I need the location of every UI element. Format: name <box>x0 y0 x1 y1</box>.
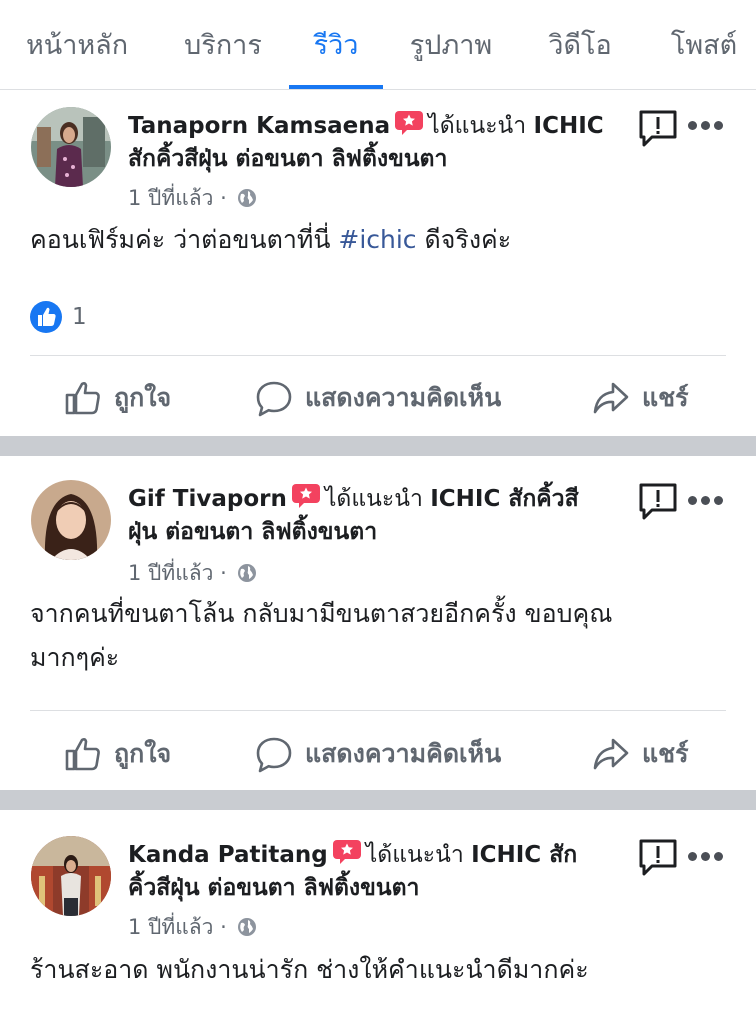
review-text: ร้านสะอาด พนักงานน่ารัก ช่างให้คำแนะนำดี… <box>30 948 730 992</box>
tab-videos[interactable]: วิดีโอ <box>545 0 615 90</box>
divider <box>30 710 726 711</box>
divider <box>30 355 726 356</box>
review-post: Tanaporn Kamsaena ได้แนะนำ ICHIC สักคิ้วสี… <box>0 91 756 436</box>
share-label: แชร์ <box>642 383 689 412</box>
share-button[interactable]: แชร์ <box>592 732 702 776</box>
post-separator <box>0 436 756 456</box>
comment-button[interactable]: แสดงความคิดเห็น <box>255 732 525 776</box>
author-name[interactable]: Kanda Patitang <box>128 842 328 868</box>
tab-posts[interactable]: โพสต์ <box>664 0 744 90</box>
report-icon[interactable] <box>638 482 678 522</box>
report-icon[interactable] <box>638 838 678 878</box>
post-header: Tanaporn Kamsaena ได้แนะนำ ICHIC สักคิ้วสี… <box>128 110 628 176</box>
avatar[interactable] <box>31 480 111 560</box>
like-label: ถูกใจ <box>114 383 172 412</box>
meta-dot: · <box>220 186 227 210</box>
page-name-cont[interactable]: คิ้วสีฝุ่น ต่อขนตา ลิฟติ้งขนตา <box>128 875 419 901</box>
tab-reviews[interactable]: รีวิว <box>289 0 383 90</box>
avatar[interactable] <box>31 836 111 916</box>
like-button[interactable]: ถูกใจ <box>64 376 194 420</box>
comment-label: แสดงความคิดเห็น <box>305 739 502 768</box>
comment-label: แสดงความคิดเห็น <box>305 383 502 412</box>
tab-services[interactable]: บริการ <box>180 0 266 90</box>
reaction-count: 1 <box>72 304 87 330</box>
like-label: ถูกใจ <box>114 739 172 768</box>
like-button[interactable]: ถูกใจ <box>64 732 194 776</box>
review-text: จากคนที่ขนตาโล้น กลับมามีขนตาสวยอีกครั้ง… <box>30 592 730 680</box>
post-meta: 1 ปีที่แล้ว · <box>128 557 257 590</box>
review-post: Gif Tivaporn ได้แนะนำ ICHIC สักคิ้วสีฝุ่น… <box>0 456 756 790</box>
post-meta: 1 ปีที่แล้ว · <box>128 911 257 944</box>
report-icon[interactable] <box>638 109 678 149</box>
post-time[interactable]: 1 ปีที่แล้ว <box>128 915 213 939</box>
recommend-badge-icon <box>291 483 321 509</box>
active-tab-indicator <box>289 85 383 89</box>
globe-icon <box>237 917 257 937</box>
hashtag-link[interactable]: #ichic <box>338 225 416 254</box>
avatar[interactable] <box>31 107 111 187</box>
review-text-part: คอนเฟิร์มค่ะ ว่าต่อขนตาที่นี่ <box>30 225 339 254</box>
page-name[interactable]: ICHIC <box>534 113 604 139</box>
post-header: Gif Tivaporn ได้แนะนำ ICHIC สักคิ้วสีฝุ่น… <box>128 483 628 549</box>
more-options-icon[interactable] <box>688 852 724 864</box>
post-header: Kanda Patitang ได้แนะนำ ICHIC สักคิ้วสีฝุ… <box>128 839 628 905</box>
page-name-cont[interactable]: ฝุ่น ต่อขนตา ลิฟติ้งขนตา <box>128 519 377 545</box>
post-separator <box>0 790 756 810</box>
share-button[interactable]: แชร์ <box>592 376 702 420</box>
globe-icon <box>237 188 257 208</box>
meta-dot: · <box>220 561 227 585</box>
tab-home[interactable]: หน้าหลัก <box>22 0 132 90</box>
recommends-text: ได้แนะนำ <box>324 486 423 512</box>
comment-button[interactable]: แสดงความคิดเห็น <box>255 376 525 420</box>
review-text-part: ดีจริงค่ะ <box>416 225 512 254</box>
review-post: Kanda Patitang ได้แนะนำ ICHIC สักคิ้วสีฝุ… <box>0 810 756 1024</box>
post-time[interactable]: 1 ปีที่แล้ว <box>128 561 213 585</box>
share-label: แชร์ <box>642 739 689 768</box>
author-name[interactable]: Tanaporn Kamsaena <box>128 113 390 139</box>
more-options-icon[interactable] <box>688 496 724 508</box>
review-text-line: ร้านสะอาด พนักงานน่ารัก ช่างให้คำแนะนำดี… <box>30 955 589 984</box>
review-text-line: จากคนที่ขนตาโล้น กลับมามีขนตาสวยอีกครั้ง… <box>30 599 613 628</box>
page-name[interactable]: ICHIC สัก <box>471 842 577 868</box>
page-name-cont[interactable]: สักคิ้วสีฝุ่น ต่อขนตา ลิฟติ้งขนตา <box>128 146 447 172</box>
tab-bar: หน้าหลัก บริการ รีวิว รูปภาพ วิดีโอ โพสต… <box>0 0 756 90</box>
tab-photos[interactable]: รูปภาพ <box>403 0 499 90</box>
page-name[interactable]: ICHIC สักคิ้วสี <box>430 486 578 512</box>
recommends-text: ได้แนะนำ <box>428 113 527 139</box>
recommends-text: ได้แนะนำ <box>365 842 464 868</box>
review-text-line: มากๆค่ะ <box>30 643 120 672</box>
post-meta: 1 ปีที่แล้ว · <box>128 182 257 215</box>
recommend-badge-icon <box>332 839 362 865</box>
meta-dot: · <box>220 915 227 939</box>
post-time[interactable]: 1 ปีที่แล้ว <box>128 186 213 210</box>
review-text: คอนเฟิร์มค่ะ ว่าต่อขนตาที่นี่ #ichic ดีจ… <box>30 218 730 262</box>
recommend-badge-icon <box>394 110 424 136</box>
like-reaction-icon <box>30 301 62 333</box>
globe-icon <box>237 563 257 583</box>
more-options-icon[interactable] <box>688 121 724 133</box>
author-name[interactable]: Gif Tivaporn <box>128 486 287 512</box>
